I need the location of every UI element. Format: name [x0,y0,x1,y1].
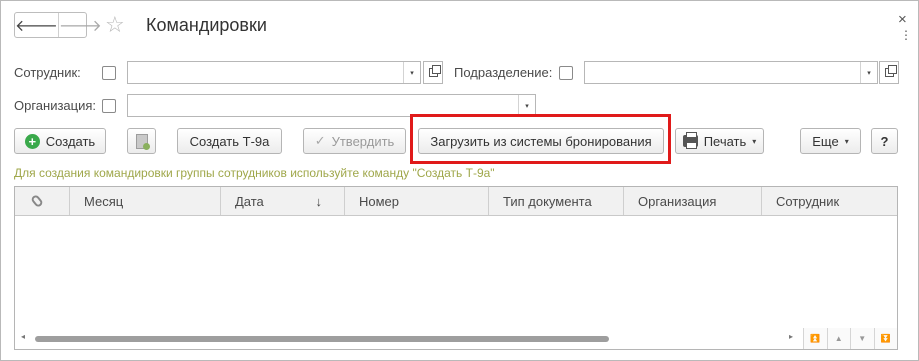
column-number[interactable]: Номер [345,187,489,215]
print-button[interactable]: Печать ▾ [675,128,764,154]
column-header-label: Месяц [84,193,124,209]
employee-filter-checkbox[interactable] [102,66,116,80]
organization-filter-checkbox[interactable] [102,99,116,113]
department-field[interactable]: ▾ [584,61,878,84]
organization-field-value [128,95,518,116]
next-row-icon[interactable]: ▼ [851,328,875,349]
column-header-label: Тип документа [503,193,592,209]
scrollbar-thumb[interactable] [35,336,609,342]
navigation-buttons: 🡐 🡒 [14,12,102,38]
employee-label: Сотрудник: [14,65,81,80]
table-header: Месяц Дата ↓ Номер Тип документа Организ… [15,187,897,216]
scroll-right-icon[interactable]: ▸ [789,332,793,341]
forward-arrow-icon[interactable]: 🡒 [57,13,102,37]
department-filter-checkbox[interactable] [559,66,573,80]
plus-circle-icon: + [24,133,40,149]
sort-descending-icon: ↓ [315,193,323,209]
employee-field-value [128,62,403,83]
employee-dropdown-icon[interactable]: ▾ [403,62,420,83]
column-header-label: Организация [638,193,717,209]
organization-dropdown-icon[interactable]: ▾ [518,95,535,116]
help-button[interactable]: ? [871,128,898,154]
commandirovki-window: 🡐 🡒 ☆ Командировки × ⋮ Сотрудник: ▾ Подр… [0,0,919,361]
hint-text: Для создания командировки группы сотрудн… [14,166,495,180]
approve-button-label: Утвердить [331,133,395,149]
open-form-icon [884,65,897,77]
column-month[interactable]: Месяц [70,187,221,215]
column-header-label: Дата [235,193,264,209]
department-label: Подразделение: [454,65,553,80]
documents-table: Месяц Дата ↓ Номер Тип документа Организ… [14,186,898,350]
create-t9a-button[interactable]: Создать Т-9а [177,128,282,154]
column-header-label: Сотрудник [776,193,840,209]
column-employee[interactable]: Сотрудник [762,187,897,215]
chevron-down-icon: ▾ [844,136,849,146]
first-row-icon[interactable]: ⏫ [804,328,828,349]
highlight-frame [410,114,671,164]
help-button-label: ? [880,133,889,149]
more-button-label: Еще [812,133,839,149]
more-menu-icon[interactable]: ⋮ [900,29,912,41]
approve-button[interactable]: ✓ Утвердить [303,128,406,154]
check-icon: ✓ [314,133,326,148]
department-dropdown-icon[interactable]: ▾ [860,62,877,83]
open-form-icon [428,65,441,77]
previous-row-icon[interactable]: ▲ [827,328,851,349]
favorite-star-icon[interactable]: ☆ [105,14,125,36]
row-navigation: ⏫ ▲ ▼ ⏬ [803,328,897,349]
page-title: Командировки [146,15,267,35]
column-organization[interactable]: Организация [624,187,762,215]
printer-icon [682,132,698,149]
organization-label: Организация: [14,98,97,113]
department-field-value [585,62,860,83]
close-icon[interactable]: × [898,11,907,28]
chevron-down-icon: ▾ [752,136,757,146]
column-header-label: Номер [359,193,400,209]
last-row-icon[interactable]: ⏬ [874,328,897,349]
create-t9a-button-label: Создать Т-9а [189,133,270,149]
back-arrow-icon[interactable]: 🡐 [15,13,58,37]
column-date[interactable]: Дата ↓ [221,187,345,215]
copy-document-button[interactable] [127,128,156,154]
paperclip-icon [30,193,44,209]
column-attachment[interactable] [15,187,70,215]
column-document-type[interactable]: Тип документа [489,187,624,215]
employee-open-button[interactable] [423,61,443,84]
more-button[interactable]: Еще ▾ [800,128,861,154]
document-icon [135,133,150,150]
employee-field[interactable]: ▾ [127,61,421,84]
department-open-button[interactable] [879,61,899,84]
scroll-left-icon[interactable]: ◂ [21,332,25,341]
create-button[interactable]: + Создать [14,128,106,154]
create-button-label: Создать [45,133,96,149]
horizontal-scrollbar[interactable]: ◂ ▸ [21,332,801,343]
print-button-label: Печать [703,133,747,149]
